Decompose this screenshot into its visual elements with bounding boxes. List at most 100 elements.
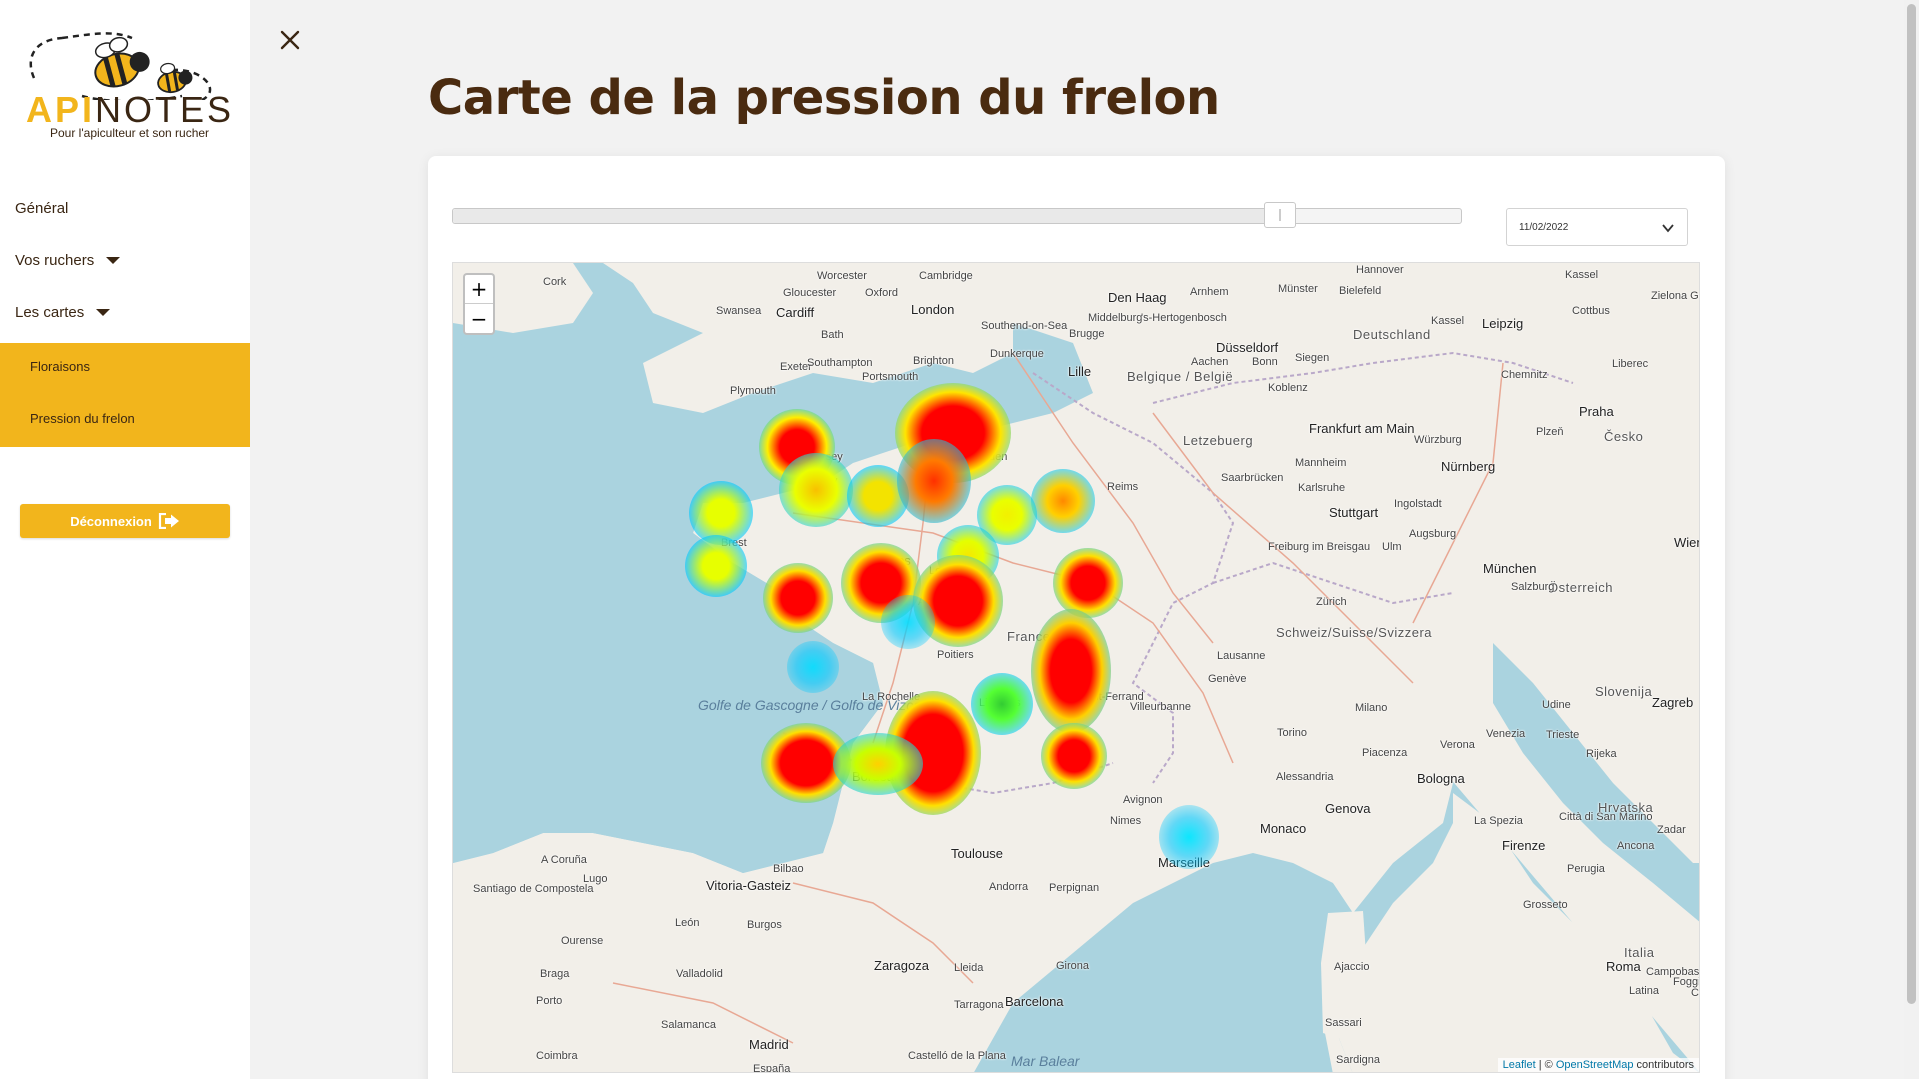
map-label: Freiburg im Breisgau [1268,541,1371,553]
map-label: Siegen [1295,352,1330,364]
zoom-control: + − [463,273,495,335]
logout-button[interactable]: Déconnexion [20,504,230,538]
map-label: Frankfurt am Main [1309,421,1415,436]
zoom-in-button[interactable]: + [465,275,493,304]
map-label: León [675,917,700,929]
heatmap-map[interactable]: Cork Worcester Cambridge Gloucester Oxfo… [452,262,1700,1073]
map-label: Cambridge [919,270,973,282]
map-label: Udine [1542,699,1571,711]
map-label: Madrid [749,1037,789,1052]
map-label: Zielona Góra [1651,290,1699,302]
attribution-separator: | © [1535,1059,1556,1071]
map-card: 11/02/2022 Cork Worcester Cambridge Glou… [428,156,1725,1079]
page-scrollbar[interactable] [1904,0,1919,1079]
date-select-value: 11/02/2022 [1519,221,1569,233]
map-label: Zagreb [1652,695,1694,710]
map-label: London [911,302,955,317]
map-label: Piacenza [1362,747,1408,759]
map-attribution: Leaflet | © OpenStreetMap contributors [1497,1058,1699,1072]
map-label: Mannheim [1295,457,1347,469]
logo-tagline: Pour l'apiculteur et son rucher [50,126,210,140]
map-label: Brugge [1069,328,1105,340]
map-label: Foggia [1673,976,1699,988]
map-label: Perpignan [1049,882,1100,894]
nav-item-general[interactable]: Général [15,200,68,217]
map-label: Middelburg [1088,312,1143,324]
map-label: Limoges [979,697,1021,709]
map-label: Düsseldorf [1216,340,1279,355]
map-label: Caserta [1691,987,1699,999]
nav-item-ruchers[interactable]: Vos ruchers [15,252,121,269]
map-label: Santiago de Compostela [473,883,594,895]
map-label: Venezia [1486,728,1526,740]
close-icon[interactable] [278,28,302,52]
map-label: Perugia [1567,863,1605,875]
map-label: Sardigna [1336,1054,1381,1066]
map-label: Koblenz [1268,382,1308,394]
logout-label: Déconnexion [70,513,152,529]
map-label: Cardiff [776,305,815,320]
map-basemap [453,263,1699,1072]
sub-item-pression-frelon[interactable]: Pression du frelon [30,411,135,426]
caret-down-icon [106,257,121,264]
sub-item-floraisons[interactable]: Floraisons [30,359,90,374]
openstreetmap-link[interactable]: OpenStreetMap [1556,1059,1634,1071]
map-label: Österreich [1548,580,1613,595]
map-label: Gloucester [783,287,837,299]
page-title: Carte de la pression du frelon [428,70,1220,126]
map-label: Braga [540,968,570,980]
caret-down-icon [96,309,111,316]
map-label: Rennes [866,553,911,568]
map-label: Slovenija [1595,684,1653,699]
map-label: Golfe de Gascogne / Golfo de Vizcaya [698,697,936,713]
map-label: Guernsey [795,451,843,463]
map-label: Porto [536,995,563,1007]
date-slider-track[interactable] [452,208,1462,224]
map-label: Bonn [1252,356,1278,368]
nav-item-cartes[interactable]: Les cartes [15,304,111,321]
map-label: Grosseto [1523,899,1568,911]
map-label: Deutschland [1353,327,1431,342]
map-label: Brest [721,537,747,549]
map-label: Kassel [1431,315,1465,327]
map-label: Genova [1325,801,1371,816]
map-label: Burgos [747,919,782,931]
nav-label-general: Général [15,200,69,217]
apinotes-logo[interactable]: APINOTES Pour l'apiculteur et son rucher [22,20,232,145]
map-label: Genève [1208,673,1247,685]
date-slider-handle[interactable] [1264,202,1296,228]
map-label: Barcelona [1005,994,1064,1009]
map-label: Firenze [1502,838,1546,853]
map-label: Bilbao [773,863,804,875]
map-label: Castelló de la Plana [908,1050,1006,1062]
map-label: Poitiers [937,649,974,661]
map-label: Southampton [807,357,873,369]
map-label: Schweiz/Suisse/Svizzera [1276,625,1432,640]
map-label: Mar Balear [1011,1053,1080,1069]
map-label: España [753,1063,791,1073]
map-label: Den Haag [1108,290,1167,305]
map-label: Lleida [954,962,984,974]
map-label: Saarbrücken [1221,472,1284,484]
map-label: Villeurbanne [1130,701,1191,713]
map-label: Leipzig [1482,316,1524,331]
leaflet-link[interactable]: Leaflet [1503,1059,1536,1071]
map-label: Angers [918,596,953,608]
map-label: Monaco [1260,821,1307,836]
map-label: Stuttgart [1329,505,1379,520]
date-select[interactable]: 11/02/2022 [1506,208,1688,246]
scrollbar-thumb[interactable] [1907,4,1916,1004]
map-label: Bath [821,329,844,341]
zoom-out-button[interactable]: − [465,304,493,333]
map-label: Salamanca [661,1019,717,1031]
map-label: France [1007,629,1051,644]
map-label: Kassel [1565,269,1599,281]
map-label: Italia [1624,945,1655,960]
map-label: Hrvatska [1598,800,1654,815]
map-label: A Coruña [541,854,587,866]
cartes-submenu: Floraisons Pression du frelon [0,343,250,447]
map-label: Lausanne [1217,650,1266,662]
map-label: Oxford [865,287,899,299]
map-label: Plzeň [1536,426,1564,438]
map-label: Plymouth [730,385,776,397]
